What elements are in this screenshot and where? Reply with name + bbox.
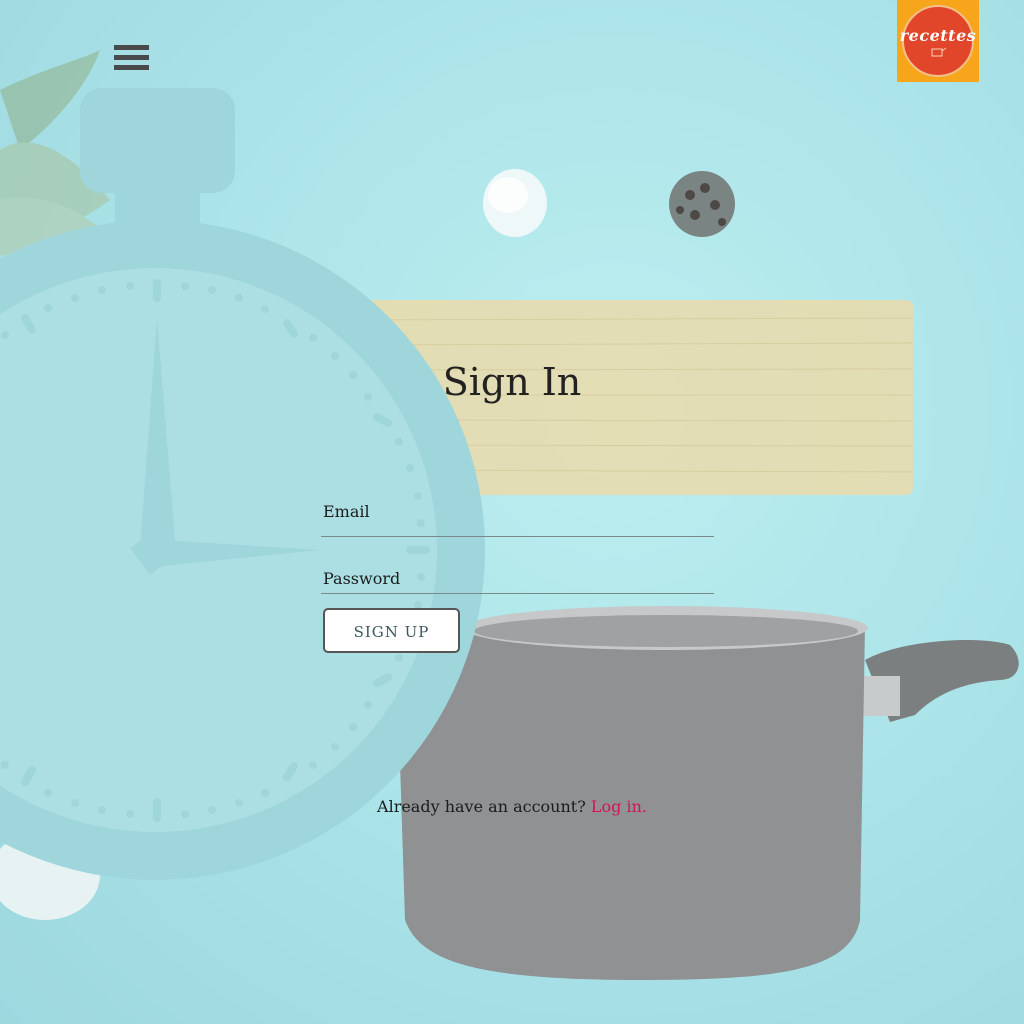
password-field[interactable] [321, 565, 714, 594]
recettes-logo[interactable]: recettes [897, 0, 979, 82]
email-field[interactable] [321, 508, 714, 537]
logo-badge: recettes [899, 5, 977, 77]
sign-up-button[interactable]: SIGN UP [323, 608, 460, 653]
peppercorn-image [669, 171, 735, 237]
login-link[interactable]: Log in. [591, 797, 647, 816]
cooking-pot-image [398, 606, 1019, 980]
login-prompt: Already have an account? Log in. [0, 797, 1024, 816]
login-prompt-text: Already have an account? [377, 797, 586, 816]
pot-icon [931, 47, 947, 56]
logo-text: recettes [899, 25, 977, 45]
salt-image [483, 169, 547, 237]
hamburger-menu-icon[interactable] [114, 44, 150, 71]
page-title: Sign In [442, 360, 582, 404]
